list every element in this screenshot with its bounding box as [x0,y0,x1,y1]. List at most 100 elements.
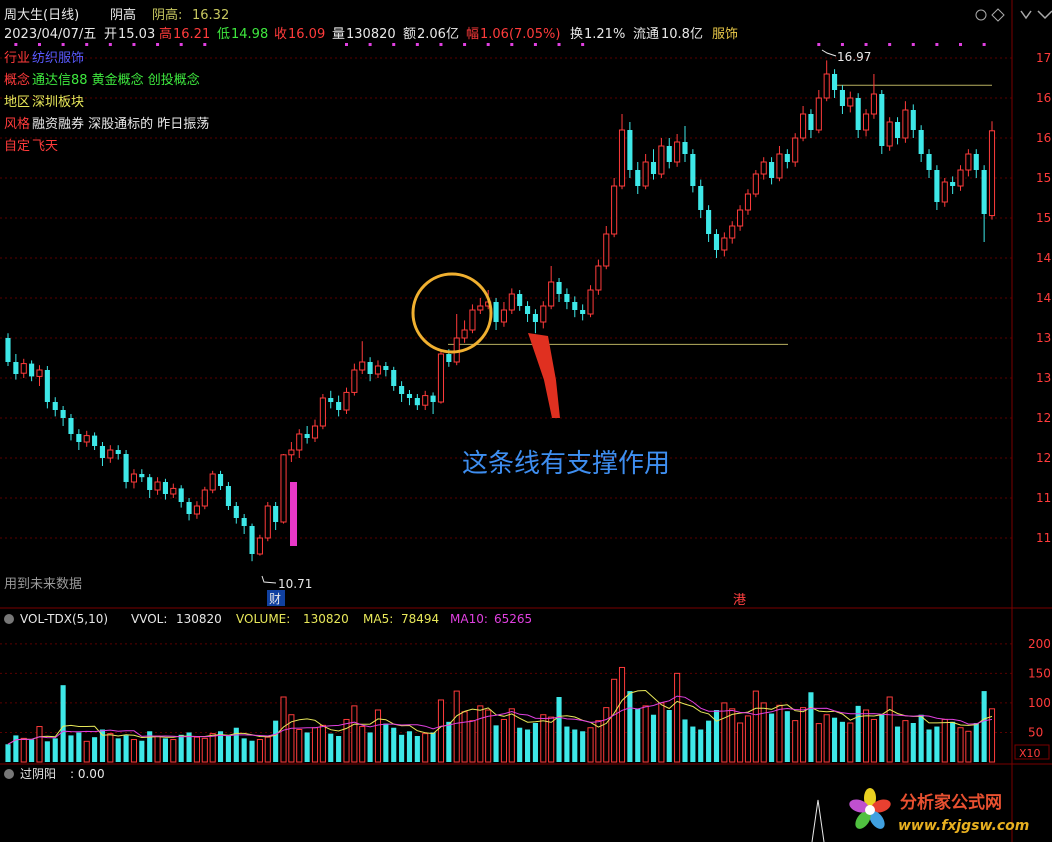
vvol-label: VVOL: [131,612,167,626]
volume-bar [981,691,987,762]
volume-bar [706,720,712,762]
volume-settings-icon[interactable] [4,614,14,624]
candle-body [950,182,956,186]
volume-bar [752,690,759,763]
highlight-bar [290,482,297,546]
custom-label: 自定 [4,139,30,154]
candle-body [508,293,515,311]
industry-value[interactable]: 纺织服饰 [32,51,84,66]
event-dot [415,43,419,46]
candle-body [618,129,626,187]
indicator-settings-icon[interactable] [4,769,14,779]
volume-bar [99,729,106,762]
candle-body [934,170,940,202]
ma5-label: MA5: [363,612,393,626]
volume-indicator-name: VOL-TDX(5,10) [20,612,108,626]
volume-bar [367,732,373,762]
volume-bar [886,696,893,763]
candle-body [430,395,436,402]
volume-bar [351,705,358,763]
candle-type-label: 阴高: [152,7,182,23]
candle-body [288,449,295,456]
high-mark-label: 16.97 [837,50,871,64]
stock-chart: 17 16 16 15 15 14 14 13 13 12 12 11 11 200 150 100 50 周… [0,0,1052,842]
price-tick-label: 15 [1036,171,1051,185]
candle-body [233,506,239,518]
candle-body [391,370,397,386]
support-annotation: 这条线有支撑作用 [462,449,670,479]
candle-body [336,402,342,410]
candle-body [399,386,405,394]
volume-bar [674,672,681,763]
candle-body [737,209,744,227]
candle-body [280,454,287,523]
stock-title: 周大生(日线) [4,8,79,23]
region-value[interactable]: 深圳板块 [32,95,84,110]
candle-body [855,98,861,130]
event-dot [85,43,89,46]
volume-bar [383,723,389,762]
open-value: 15.03 [118,27,155,42]
candle-body [532,314,538,322]
volume-bar [532,723,538,762]
volume-value: 130820 [303,612,349,626]
candle-body [524,306,531,314]
custom-value[interactable]: 飞天 [32,139,58,154]
candle-body [800,113,807,139]
candle-body [918,130,924,154]
price-tick-label: 12 [1036,411,1051,425]
volume-bar [517,727,523,762]
candle-body [500,309,507,323]
ma5-value: 78494 [401,612,439,626]
concept-value[interactable]: 通达信88 黄金概念 创投概念 [32,72,200,88]
volume-bar [760,702,767,763]
price-tick-label: 15 [1036,211,1051,225]
volume-bar [485,709,492,763]
volume-bar [264,736,271,763]
candle-body [784,154,790,162]
volume-bar [20,737,27,763]
volume-unit: X10 [1019,747,1041,760]
volume-bar [52,738,58,762]
volume-bar [130,739,138,763]
float-value: 10.8亿 [661,27,703,42]
volume-bar [273,720,279,762]
price-tick-label: 14 [1036,251,1051,265]
volume-bar [477,705,484,763]
volume-bar [123,735,129,762]
future-data-note: 用到未来数据 [4,577,82,592]
candle-body [201,489,208,507]
volume-bar [823,714,830,763]
candle-body [847,97,854,107]
low-value: 14.98 [231,27,268,42]
candle-body [422,395,429,406]
candle-body [635,170,641,186]
volume-bar [76,732,82,762]
candle-body [839,90,845,106]
volume-bar [256,739,263,763]
volume-bar [524,729,531,762]
candle-body [493,302,499,322]
volume-bar [461,711,468,763]
event-dot [888,43,892,46]
style-value[interactable]: 融资融券 深股通标的 昨日振荡 [32,116,209,132]
event-dot [911,43,915,46]
candle-body [5,338,11,362]
volume-tick-label: 150 [1028,666,1051,680]
volume-bar [83,740,90,763]
candle-body [729,225,736,239]
event-dot [179,43,183,46]
event-dot [581,43,585,46]
candle-body [862,113,870,131]
price-tick-label: 13 [1036,331,1051,345]
candle-body [359,361,366,371]
candle-body [154,481,161,491]
volume-bar [926,729,932,762]
price-tick-label: 17 [1036,51,1051,65]
volume-bar [209,733,216,763]
close-value: 16.09 [288,27,325,42]
gang-tag: 港 [733,593,746,608]
volume-bar [60,685,66,762]
event-dot [156,43,160,46]
candle-body [13,362,19,374]
